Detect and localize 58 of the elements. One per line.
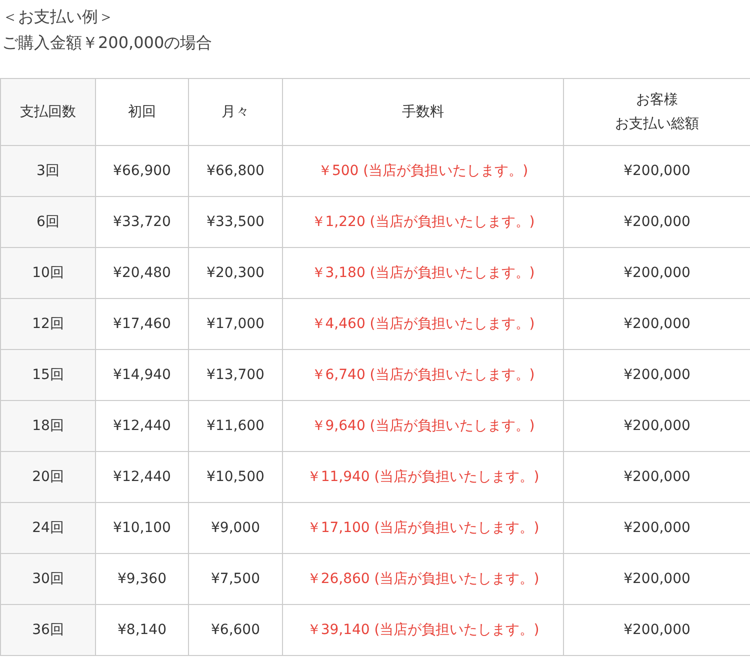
monthly-payment-cell: ¥33,500 <box>188 196 282 248</box>
first-payment-cell: ¥20,480 <box>96 248 188 298</box>
monthly-payment-cell: ¥13,700 <box>188 350 282 400</box>
first-payment-cell: ¥17,460 <box>96 298 188 350</box>
installments-cell: 36回 <box>0 604 96 656</box>
installments-cell: 24回 <box>0 502 96 554</box>
first-payment-cell: ¥66,900 <box>96 146 188 196</box>
purchase-amount-text: ご購入金額￥200,000の場合 <box>2 32 214 54</box>
fee-cell: ￥26,860 (当店が負担いたします。) <box>282 554 564 604</box>
monthly-payment-cell: ¥66,800 <box>188 146 282 196</box>
installments-cell: 6回 <box>0 196 96 248</box>
monthly-payment-cell: ¥7,500 <box>188 554 282 604</box>
column-header: 月々 <box>220 103 250 122</box>
fee-cell: ￥9,640 (当店が負担いたします。) <box>282 400 564 452</box>
installments-cell: 3回 <box>0 146 96 196</box>
monthly-payment-cell: ¥17,000 <box>188 298 282 350</box>
fee-cell: ￥4,460 (当店が負担いたします。) <box>282 298 564 350</box>
fee-cell: ￥17,100 (当店が負担いたします。) <box>282 502 564 554</box>
total-cell: ¥200,000 <box>564 196 750 248</box>
total-cell: ¥200,000 <box>564 554 750 604</box>
first-payment-cell: ¥12,440 <box>96 400 188 452</box>
total-cell: ¥200,000 <box>564 146 750 196</box>
column-header-subtitle: お支払い総額 <box>614 115 700 134</box>
total-cell: ¥200,000 <box>564 604 750 656</box>
fee-cell: ￥3,180 (当店が負担いたします。) <box>282 248 564 298</box>
column-header: お客様 <box>635 91 679 110</box>
installments-cell: 12回 <box>0 298 96 350</box>
first-payment-cell: ¥14,940 <box>96 350 188 400</box>
first-payment-cell: ¥12,440 <box>96 452 188 502</box>
installments-cell: 10回 <box>0 248 96 298</box>
installments-cell: 18回 <box>0 400 96 452</box>
total-cell: ¥200,000 <box>564 502 750 554</box>
first-payment-cell: ¥10,100 <box>96 502 188 554</box>
column-header: 手数料 <box>401 103 445 122</box>
total-cell: ¥200,000 <box>564 452 750 502</box>
installments-cell: 20回 <box>0 452 96 502</box>
column-header: 支払回数 <box>19 103 77 122</box>
installments-cell: 15回 <box>0 350 96 400</box>
first-payment-cell: ¥9,360 <box>96 554 188 604</box>
fee-cell: ￥39,140 (当店が負担いたします。) <box>282 604 564 656</box>
monthly-payment-cell: ¥6,600 <box>188 604 282 656</box>
fee-cell: ￥1,220 (当店が負担いたします。) <box>282 196 564 248</box>
section-title: ＜お支払い例＞ <box>2 6 115 28</box>
total-cell: ¥200,000 <box>564 248 750 298</box>
fee-cell: ￥500 (当店が負担いたします。) <box>282 146 564 196</box>
total-cell: ¥200,000 <box>564 400 750 452</box>
total-cell: ¥200,000 <box>564 298 750 350</box>
fee-cell: ￥6,740 (当店が負担いたします。) <box>282 350 564 400</box>
monthly-payment-cell: ¥20,300 <box>188 248 282 298</box>
monthly-payment-cell: ¥11,600 <box>188 400 282 452</box>
first-payment-cell: ¥33,720 <box>96 196 188 248</box>
fee-cell: ￥11,940 (当店が負担いたします。) <box>282 452 564 502</box>
first-payment-cell: ¥8,140 <box>96 604 188 656</box>
monthly-payment-cell: ¥10,500 <box>188 452 282 502</box>
monthly-payment-cell: ¥9,000 <box>188 502 282 554</box>
total-cell: ¥200,000 <box>564 350 750 400</box>
column-header: 初回 <box>127 103 157 122</box>
installments-cell: 30回 <box>0 554 96 604</box>
